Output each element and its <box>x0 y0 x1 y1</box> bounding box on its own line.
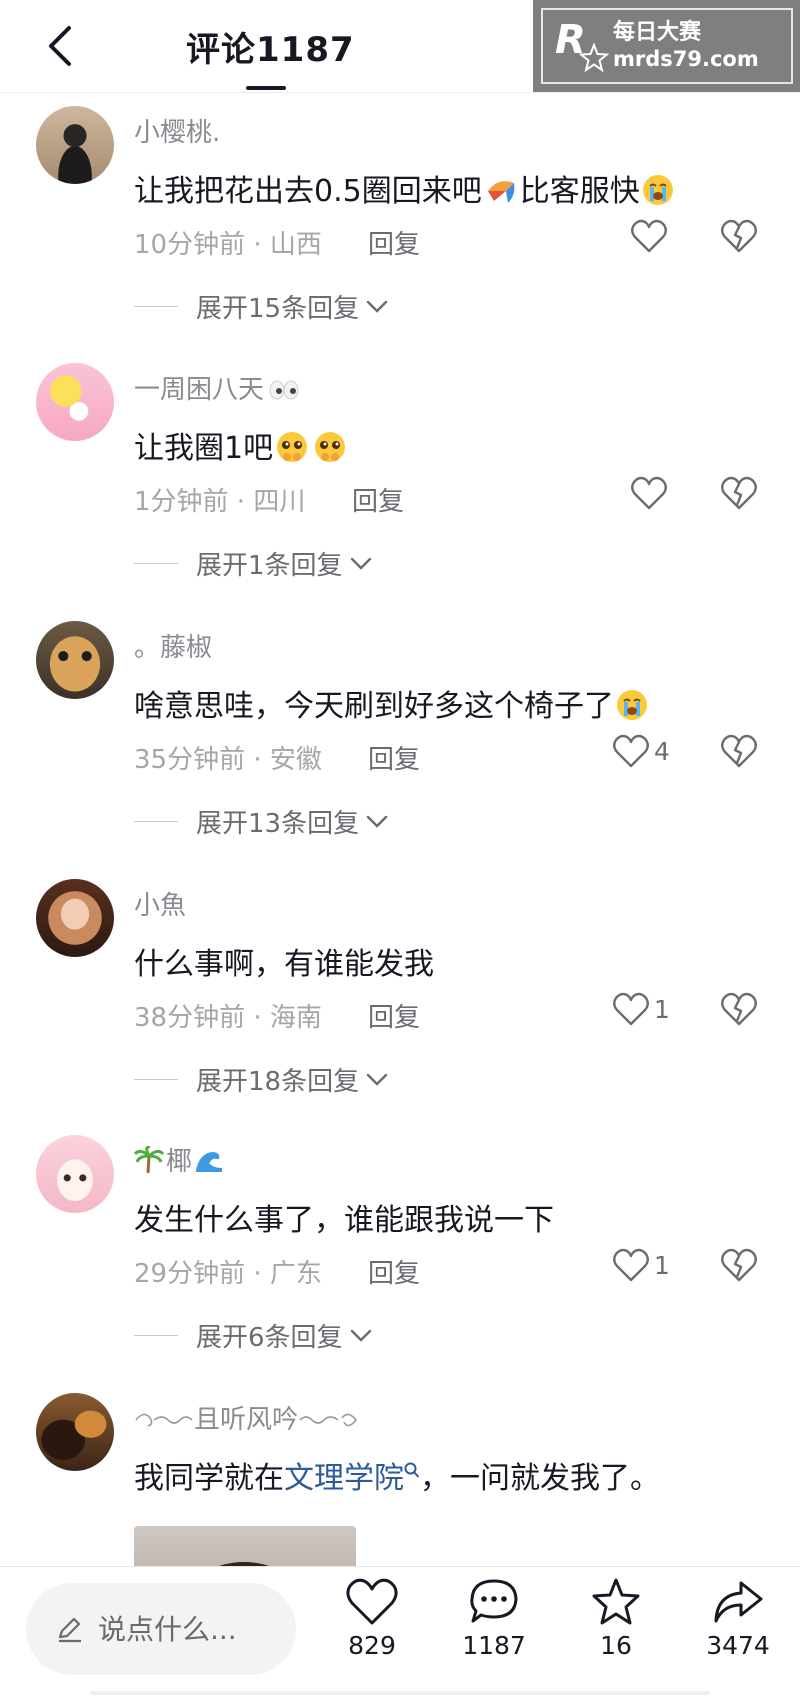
share-arrow-icon <box>714 1581 763 1623</box>
broken-heart-icon <box>721 992 757 1026</box>
search-icon[interactable] <box>404 1462 420 1480</box>
comment-text: 什么事啊，有谁能发我 <box>134 947 434 982</box>
comment-count: 1187 <box>462 1631 526 1660</box>
comment-meta: 35分钟前 · 安徽 <box>134 745 322 775</box>
palm-tree-emoji-icon <box>133 1145 165 1174</box>
like-count: 1 <box>654 1250 670 1280</box>
title-underline <box>246 86 286 90</box>
reply-button[interactable]: 回复 <box>368 997 420 1034</box>
comment-action[interactable]: 1187 <box>444 1577 544 1660</box>
watermark: R 每日大赛 mrds79.com <box>533 0 800 92</box>
star-icon <box>579 43 609 73</box>
comment-text: 发生什么事了，谁能跟我说一下 <box>134 1203 554 1238</box>
pleading-emoji-icon <box>313 430 347 464</box>
reply-button[interactable]: 回复 <box>368 739 420 776</box>
broken-heart-icon <box>721 219 757 253</box>
heart-icon <box>613 992 649 1026</box>
heart-icon <box>631 219 667 253</box>
like-button[interactable] <box>630 475 668 511</box>
comment-meta: 10分钟前 · 山西 <box>134 230 322 260</box>
pencil-icon <box>58 1617 81 1643</box>
chevron-down-icon <box>350 557 371 570</box>
broken-heart-icon <box>721 476 757 510</box>
chevron-down-icon <box>366 1073 388 1086</box>
back-button[interactable] <box>38 24 82 68</box>
like-button[interactable]: 1 <box>612 991 670 1027</box>
heart-icon <box>631 476 667 510</box>
comment-input[interactable] <box>96 1611 280 1647</box>
comment-text: 让我把花出去0.5圈回来吧 比客服快 <box>134 166 674 210</box>
expand-replies[interactable]: 展开6条回复 <box>134 1317 373 1354</box>
expand-replies[interactable]: 展开13条回复 <box>134 803 389 840</box>
avatar[interactable] <box>36 106 114 184</box>
comment-text: 啥意思哇，今天刷到好多这个椅子了 <box>134 681 648 725</box>
avatar[interactable] <box>36 1135 114 1213</box>
like-action[interactable]: 829 <box>322 1577 422 1660</box>
eyes-emoji-icon <box>268 377 300 400</box>
dislike-button[interactable] <box>720 475 758 515</box>
expand-replies[interactable]: 展开1条回复 <box>134 545 373 582</box>
bottom-divider <box>90 1691 710 1695</box>
like-button[interactable] <box>630 218 668 254</box>
expand-replies[interactable]: 展开15条回复 <box>134 288 389 325</box>
bottom-action-bar: 829 1187 16 3474 <box>0 1566 800 1699</box>
heart-icon <box>613 734 649 768</box>
comment-username[interactable]: 小魚 <box>134 885 186 922</box>
reply-button[interactable]: 回复 <box>368 224 420 261</box>
chevron-down-icon <box>350 1329 371 1342</box>
comment-username[interactable]: 。藤椒 <box>134 627 212 664</box>
avatar[interactable] <box>36 1393 114 1471</box>
wave-emoji-icon <box>194 1146 224 1174</box>
star-icon <box>592 1578 640 1625</box>
comment-bubble-icon <box>470 1579 518 1623</box>
avatar[interactable] <box>36 363 114 441</box>
search-link[interactable]: 文理学院 <box>284 1461 404 1496</box>
watermark-name: 每日大赛 <box>613 20 702 45</box>
chevron-left-icon <box>49 26 71 66</box>
chevron-down-icon <box>366 815 388 828</box>
comment-input-box[interactable] <box>26 1583 296 1675</box>
dislike-button[interactable] <box>720 991 758 1031</box>
dislike-button[interactable] <box>720 733 758 773</box>
comment-text: 让我圈1吧 <box>134 423 347 467</box>
comment-username[interactable]: 小樱桃. <box>134 112 220 149</box>
chevron-down-icon <box>366 300 388 313</box>
comment-meta: 1分钟前 · 四川 <box>134 487 306 517</box>
expand-replies[interactable]: 展开18条回复 <box>134 1061 389 1098</box>
broken-heart-icon <box>721 734 757 768</box>
share-count: 3474 <box>706 1631 770 1660</box>
broken-heart-icon <box>721 1248 757 1282</box>
heart-icon <box>613 1248 649 1282</box>
comment-username[interactable]: 且听风吟 <box>134 1399 358 1436</box>
pleading-emoji-icon <box>275 430 309 464</box>
dislike-button[interactable] <box>720 1247 758 1287</box>
comment-text: 我同学就在文理学院 ，一问就发我了。 <box>134 1461 660 1496</box>
pinwheel-emoji-icon <box>484 175 518 205</box>
like-button[interactable]: 4 <box>612 733 670 769</box>
dislike-button[interactable] <box>720 218 758 258</box>
like-count: 829 <box>348 1631 396 1660</box>
avatar[interactable] <box>36 879 114 957</box>
crying-emoji-icon <box>616 689 648 721</box>
share-action[interactable]: 3474 <box>688 1577 788 1660</box>
like-count: 4 <box>654 736 670 766</box>
ornament-left-icon <box>134 1408 194 1432</box>
favorite-action[interactable]: 16 <box>566 1577 666 1660</box>
ornament-right-icon <box>298 1408 358 1432</box>
comment-username[interactable]: 一周困八天 <box>134 369 300 406</box>
favorite-count: 16 <box>600 1631 632 1660</box>
avatar[interactable] <box>36 621 114 699</box>
comment-username[interactable]: 椰 <box>133 1141 224 1178</box>
heart-icon <box>346 1578 398 1625</box>
watermark-logo: R <box>543 11 613 81</box>
like-button[interactable]: 1 <box>612 1247 670 1283</box>
watermark-url: mrds79.com <box>613 47 759 71</box>
comment-meta: 38分钟前 · 海南 <box>134 1003 322 1033</box>
page-title: 评论1187 <box>186 30 355 70</box>
comment-meta: 29分钟前 · 广东 <box>134 1259 322 1289</box>
reply-button[interactable]: 回复 <box>368 1253 420 1290</box>
reply-button[interactable]: 回复 <box>352 481 404 518</box>
like-count: 1 <box>654 994 670 1024</box>
crying-emoji-icon <box>642 174 674 206</box>
